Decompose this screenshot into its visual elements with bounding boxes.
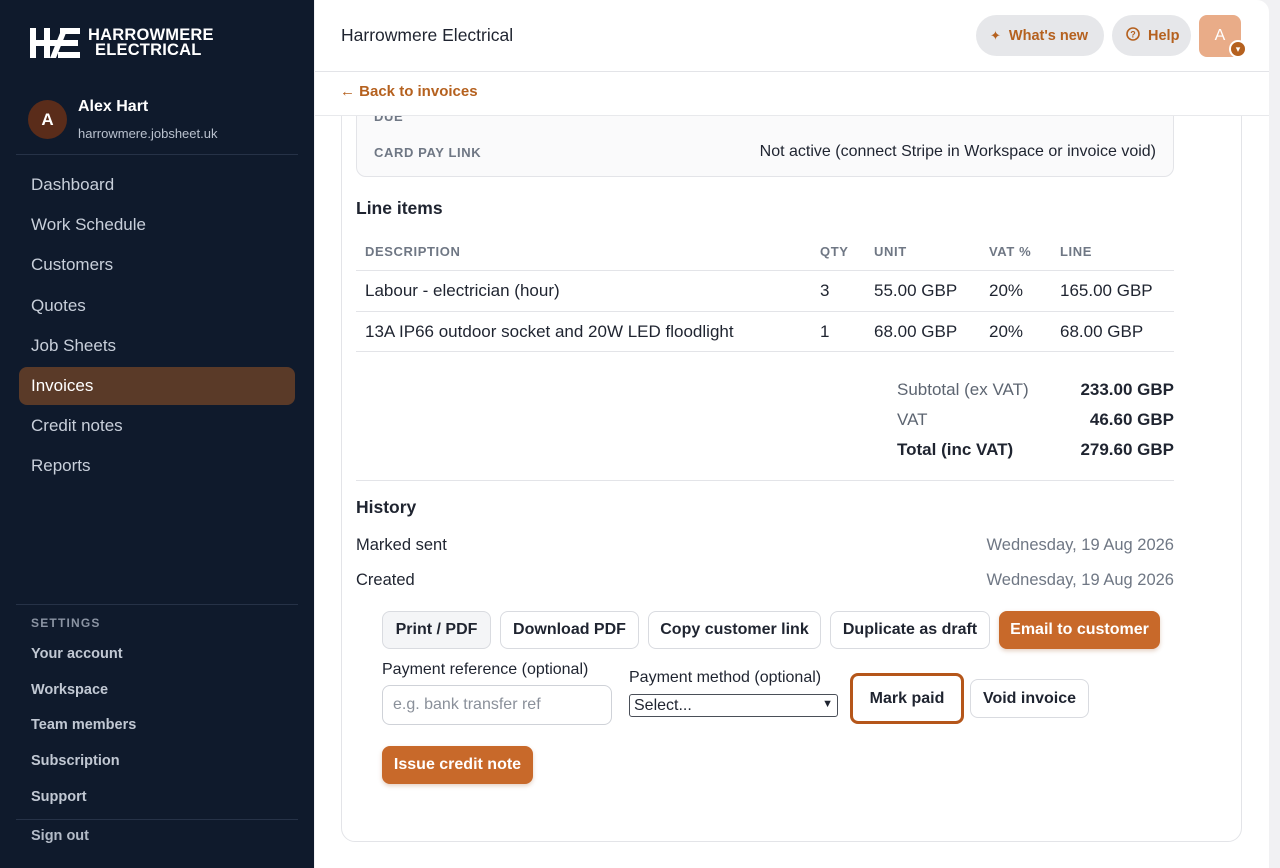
duplicate-as-draft-button[interactable]: Duplicate as draft: [830, 611, 990, 649]
history-event-date: Wednesday, 19 Aug 2026: [986, 571, 1174, 589]
due-label: DUE: [374, 116, 404, 124]
cell-unit: 68.00 GBP: [874, 321, 958, 341]
brand-logo[interactable]: HARROWMERE ELECTRICAL: [30, 26, 214, 60]
payment-reference-input[interactable]: [382, 685, 612, 725]
column-header-description: DESCRIPTION: [365, 244, 461, 259]
back-to-invoices-link[interactable]: ← Back to invoices: [340, 83, 478, 100]
download-pdf-button[interactable]: Download PDF: [500, 611, 639, 649]
line-items-table: DESCRIPTION QTY UNIT VAT % LINE Labour -…: [356, 230, 1174, 352]
user-name: Alex Hart: [78, 98, 149, 115]
history-title: History: [356, 497, 417, 517]
avatar: A: [28, 100, 67, 139]
sidebar-item-invoices[interactable]: Invoices: [19, 366, 295, 405]
cell-line: 165.00 GBP: [1060, 281, 1153, 300]
cell-description: Labour - electrician (hour): [365, 281, 560, 300]
card-pay-link-value: Not active (connect Stripe in Workspace …: [759, 143, 1156, 160]
sidebar-divider: [16, 604, 298, 605]
copy-customer-link-button[interactable]: Copy customer link: [648, 611, 821, 649]
vat-label: VAT: [897, 410, 928, 429]
logo-mark-icon: [30, 26, 80, 60]
sidebar: HARROWMERE ELECTRICAL A Alex Hart harrow…: [0, 0, 314, 868]
history-divider: [356, 480, 1174, 481]
cell-line: 68.00 GBP: [1060, 321, 1144, 341]
settings-item-workspace[interactable]: Workspace: [31, 672, 136, 708]
history-event-label: Marked sent: [356, 536, 447, 554]
payment-method-label: Payment method (optional): [629, 669, 822, 686]
total-label: Total (inc VAT): [897, 440, 1014, 459]
settings-heading: SETTINGS: [31, 616, 101, 630]
whats-new-button[interactable]: ✦ What's new: [976, 15, 1104, 56]
settings-item-team-members[interactable]: Team members: [31, 708, 136, 744]
logo-text: HARROWMERE ELECTRICAL: [88, 26, 214, 59]
sidebar-item-credit-notes[interactable]: Credit notes: [19, 407, 295, 445]
settings-item-support[interactable]: Support: [31, 779, 136, 815]
settings-item-your-account[interactable]: Your account: [31, 636, 136, 672]
sidebar-divider: [16, 154, 298, 155]
sidebar-item-customers[interactable]: Customers: [19, 246, 295, 284]
settings-nav: Your account Workspace Team members Subs…: [31, 636, 136, 815]
user-profile[interactable]: A Alex Hart harrowmere.jobsheet.uk: [28, 98, 217, 141]
top-bar: Harrowmere Electrical ✦ What's new ? Hel…: [315, 0, 1269, 72]
question-circle-icon: ?: [1126, 27, 1140, 44]
total-row: Total (inc VAT) 279.60 GBP: [897, 440, 1174, 470]
chevron-down-icon: ▾: [1229, 40, 1247, 58]
subtotal-label: Subtotal (ex VAT): [897, 380, 1029, 399]
cell-vat: 20%: [989, 281, 1024, 300]
table-header: DESCRIPTION QTY UNIT VAT % LINE: [356, 230, 1174, 271]
history-event-label: Created: [356, 571, 415, 589]
avatar-initial: A: [1214, 27, 1226, 44]
payment-method-select[interactable]: Select... ▼: [629, 694, 838, 717]
void-invoice-button[interactable]: Void invoice: [970, 679, 1089, 718]
subtotal-row: Subtotal (ex VAT) 233.00 GBP: [897, 380, 1174, 410]
help-label: Help: [1148, 27, 1180, 44]
column-header-vat: VAT %: [989, 244, 1032, 259]
vat-row: VAT 46.60 GBP: [897, 410, 1174, 440]
sign-out-link[interactable]: Sign out: [31, 828, 89, 844]
subtotal-value: 233.00 GBP: [1080, 380, 1174, 399]
column-header-unit: UNIT: [874, 244, 907, 259]
print-pdf-button[interactable]: Print / PDF: [382, 611, 491, 649]
sidebar-item-dashboard[interactable]: Dashboard: [19, 166, 295, 204]
breadcrumb: ← Back to invoices: [315, 72, 1269, 116]
vat-value: 46.60 GBP: [1089, 410, 1174, 429]
mark-paid-button[interactable]: Mark paid: [850, 673, 964, 724]
cell-qty: 1: [820, 321, 830, 341]
page-title: Harrowmere Electrical: [341, 25, 514, 45]
issue-credit-note-button[interactable]: Issue credit note: [382, 746, 533, 784]
cell-description: 13A IP66 outdoor socket and 20W LED floo…: [365, 321, 734, 341]
cell-unit: 55.00 GBP: [874, 281, 958, 300]
total-value: 279.60 GBP: [1080, 440, 1174, 459]
payment-method-value: Select...: [634, 696, 692, 714]
sidebar-divider: [16, 819, 298, 820]
settings-item-subscription[interactable]: Subscription: [31, 743, 136, 779]
line-items-title: Line items: [356, 198, 443, 218]
column-header-qty: QTY: [820, 244, 849, 259]
sidebar-item-quotes[interactable]: Quotes: [19, 287, 295, 325]
sparkle-icon: ✦: [990, 27, 1001, 43]
sidebar-item-reports[interactable]: Reports: [19, 447, 295, 485]
email-to-customer-button[interactable]: Email to customer: [999, 611, 1160, 649]
table-row: Labour - electrician (hour) 3 55.00 GBP …: [356, 271, 1174, 312]
whats-new-label: What's new: [1008, 27, 1089, 44]
account-menu-avatar[interactable]: A ▾: [1199, 15, 1247, 58]
main-content: DUE CARD PAY LINK Not active (connect St…: [315, 116, 1269, 868]
svg-text:?: ?: [1130, 30, 1136, 40]
workspace-domain: harrowmere.jobsheet.uk: [78, 126, 218, 141]
chevron-down-icon: ▼: [822, 698, 833, 710]
main-nav: Dashboard Work Schedule Customers Quotes…: [19, 166, 295, 488]
invoice-details-box: DUE CARD PAY LINK Not active (connect St…: [356, 116, 1174, 177]
column-header-line: LINE: [1060, 244, 1093, 259]
help-button[interactable]: ? Help: [1112, 15, 1191, 56]
sidebar-item-job-sheets[interactable]: Job Sheets: [19, 327, 295, 365]
card-pay-link-label: CARD PAY LINK: [374, 145, 482, 160]
history-event-date: Wednesday, 19 Aug 2026: [986, 536, 1174, 554]
payment-reference-label: Payment reference (optional): [382, 661, 589, 678]
cell-vat: 20%: [989, 321, 1024, 341]
invoice-card: [341, 116, 1242, 842]
cell-qty: 3: [820, 281, 830, 300]
totals-summary: Subtotal (ex VAT) 233.00 GBP VAT 46.60 G…: [897, 380, 1174, 470]
table-row: 13A IP66 outdoor socket and 20W LED floo…: [356, 312, 1174, 352]
sidebar-item-work-schedule[interactable]: Work Schedule: [19, 206, 295, 244]
